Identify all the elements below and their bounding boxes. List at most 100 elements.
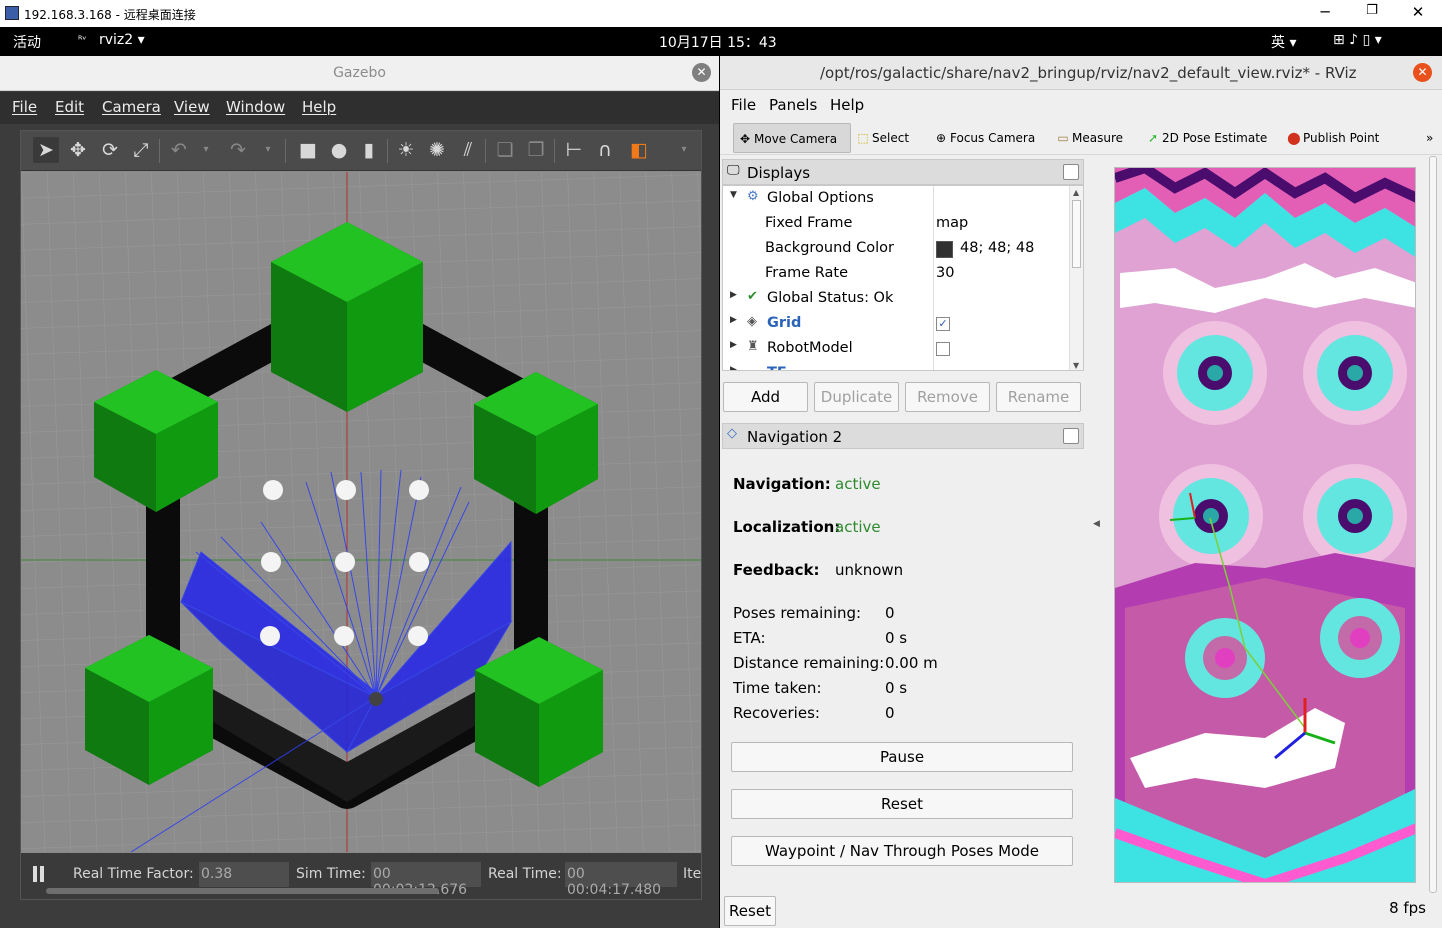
restore-button[interactable]: ❐: [1357, 3, 1387, 18]
tree-row-tf[interactable]: ▶ TF: [723, 361, 1068, 370]
gazebo-menu-help[interactable]: Help: [302, 98, 336, 116]
displays-tree-scrollbar[interactable]: ▲ ▼: [1069, 186, 1083, 370]
align-icon[interactable]: ⊢: [561, 137, 587, 163]
tree-row-frame-rate[interactable]: Frame Rate 30: [723, 261, 1068, 286]
expand-arrow-icon[interactable]: ▶: [730, 340, 737, 350]
gazebo-menu-file[interactable]: File: [12, 98, 37, 116]
displays-panel-float-checkbox[interactable]: [1063, 164, 1079, 180]
robotmodel-enabled-checkbox[interactable]: [936, 342, 950, 356]
minimize-button[interactable]: ─: [1310, 3, 1340, 21]
collapse-left-icon[interactable]: ◀: [1093, 519, 1100, 529]
redo-menu-icon[interactable]: ▾: [255, 137, 281, 163]
input-method-indicator[interactable]: 英 ▾: [1271, 32, 1296, 52]
gazebo-time-panel: Real Time Factor: 0.38 Sim Time: 00 00:0…: [21, 853, 701, 899]
tree-row-grid[interactable]: ▶ ◈ Grid ✓: [723, 311, 1068, 336]
gazebo-close-icon[interactable]: ✕: [692, 63, 711, 82]
rotate-icon[interactable]: ⟳: [97, 137, 123, 163]
duplicate-display-button[interactable]: Duplicate: [814, 382, 899, 412]
gazebo-menu-view[interactable]: View: [174, 98, 210, 116]
sphere-shape-icon[interactable]: ●: [326, 137, 352, 163]
undo-menu-icon[interactable]: ▾: [193, 137, 219, 163]
expand-arrow-icon[interactable]: ▶: [730, 315, 737, 325]
system-status-icons[interactable]: ⊞ ♪ ▯ ▾: [1333, 32, 1382, 48]
scroll-up-icon[interactable]: ▲: [1073, 188, 1079, 197]
gazebo-menu-window[interactable]: Window: [226, 98, 285, 116]
rviz-window: /opt/ros/galactic/share/nav2_bringup/rvi…: [720, 56, 1442, 928]
navigation-panel-float-checkbox[interactable]: [1063, 428, 1079, 444]
rviz-toolbar: ✥ Move Camera ⬚ Select ⊕ Focus Camera ▭ Meas…: [720, 119, 1442, 155]
checkmark-icon: ✔: [747, 289, 758, 304]
toolbar-more-button[interactable]: »: [1422, 123, 1437, 153]
view-angle-icon[interactable]: ◧: [626, 137, 652, 163]
rename-display-button[interactable]: Rename: [996, 382, 1081, 412]
tree-row-background-color[interactable]: Background Color 48; 48; 48: [723, 236, 1068, 261]
rviz-close-icon[interactable]: ✕: [1413, 63, 1432, 82]
rviz-menubar: File Panels Help: [720, 91, 1442, 118]
translate-icon[interactable]: ✥: [65, 137, 91, 163]
rviz-3d-view[interactable]: [1114, 167, 1416, 883]
app-menu-button[interactable]: rviz2 ▾: [99, 32, 145, 48]
color-swatch[interactable]: [936, 241, 953, 258]
copy-icon[interactable]: ❏: [492, 137, 518, 163]
tree-row-fixed-frame[interactable]: Fixed Frame map: [723, 211, 1068, 236]
nav-reset-button[interactable]: Reset: [731, 789, 1073, 819]
rviz-view-scrollbar[interactable]: [1426, 156, 1440, 893]
waypoint-mode-button[interactable]: Waypoint / Nav Through Poses Mode: [731, 836, 1073, 866]
rviz-menu-panels[interactable]: Panels: [769, 96, 817, 114]
sim-time-value: 00 00:02:12.676: [371, 862, 481, 898]
pause-icon[interactable]: [33, 866, 37, 882]
rviz-menu-help[interactable]: Help: [830, 96, 864, 114]
measure-tool[interactable]: ▭ Measure: [1052, 123, 1127, 153]
gazebo-titlebar: Gazebo ✕: [0, 56, 719, 91]
move-camera-tool[interactable]: ✥ Move Camera: [733, 123, 851, 153]
gazebo-title: Gazebo: [333, 65, 386, 81]
redo-icon[interactable]: ↷: [225, 137, 251, 163]
sim-time-label: Sim Time:: [296, 866, 366, 882]
monitor-icon: 🖵: [727, 163, 740, 178]
pause-button[interactable]: Pause: [731, 742, 1073, 772]
collapse-arrow-icon[interactable]: ▼: [730, 190, 737, 200]
select-tool[interactable]: ⬚ Select: [852, 123, 913, 153]
pose-estimate-tool[interactable]: ➚ 2D Pose Estimate: [1142, 123, 1271, 153]
gazebo-menu-camera[interactable]: Camera: [102, 98, 161, 116]
focus-camera-tool[interactable]: ⊕ Focus Camera: [930, 123, 1039, 153]
undo-icon[interactable]: ↶: [166, 137, 192, 163]
scale-icon[interactable]: ⤢: [128, 137, 154, 163]
box-shape-icon[interactable]: ■: [295, 137, 321, 163]
snap-icon[interactable]: ∩: [592, 137, 618, 163]
cylinder-shape-icon[interactable]: ▮: [356, 137, 382, 163]
remote-desktop-title: 192.168.3.168 - 远程桌面连接: [24, 8, 196, 22]
activities-button[interactable]: 活动: [13, 32, 41, 52]
close-button[interactable]: ✕: [1403, 3, 1433, 21]
rviz-menu-file[interactable]: File: [731, 96, 756, 114]
expand-arrow-icon[interactable]: ▶: [730, 365, 737, 370]
time-panel-scrollbar[interactable]: [46, 888, 439, 894]
scroll-down-icon[interactable]: ▼: [1073, 361, 1079, 370]
directional-light-icon[interactable]: ⫽: [455, 137, 481, 163]
displays-panel-header: 🖵 Displays: [722, 159, 1084, 185]
point-light-icon[interactable]: ☀: [393, 137, 419, 163]
paste-icon[interactable]: ❐: [523, 137, 549, 163]
add-display-button[interactable]: Add: [723, 382, 808, 412]
select-arrow-icon[interactable]: ➤: [33, 137, 59, 163]
fixed-frame-value[interactable]: map: [936, 215, 968, 231]
publish-point-tool[interactable]: ⬤ Publish Point: [1283, 123, 1383, 153]
frame-rate-value[interactable]: 30: [936, 265, 954, 281]
gazebo-3d-scene[interactable]: [21, 172, 701, 853]
fps-readout: 8 fps: [1389, 899, 1426, 917]
spot-light-icon[interactable]: ✺: [424, 137, 450, 163]
view-angle-menu-icon[interactable]: ▾: [671, 137, 697, 163]
clock[interactable]: 10月17日 15：43: [659, 32, 777, 52]
remove-display-button[interactable]: Remove: [905, 382, 990, 412]
background-color-value[interactable]: 48; 48; 48: [960, 240, 1034, 256]
gazebo-menu-edit[interactable]: Edit: [55, 98, 84, 116]
diamond-icon: ◇: [727, 426, 737, 441]
gnome-top-bar: 活动 ᴿᵛ rviz2 ▾ 10月17日 15：43 英 ▾ ⊞ ♪ ▯ ▾: [0, 27, 1442, 54]
tree-row-global-status[interactable]: ▶ ✔ Global Status: Ok: [723, 286, 1068, 311]
tree-row-robotmodel[interactable]: ▶ ♜ RobotModel: [723, 336, 1068, 361]
rviz-reset-button[interactable]: Reset: [724, 896, 776, 926]
expand-arrow-icon[interactable]: ▶: [730, 290, 737, 300]
tree-row-global-options[interactable]: ▼ ⚙ Global Options: [723, 186, 1068, 211]
remote-desktop-icon: [5, 6, 19, 20]
grid-enabled-checkbox[interactable]: ✓: [936, 317, 950, 331]
